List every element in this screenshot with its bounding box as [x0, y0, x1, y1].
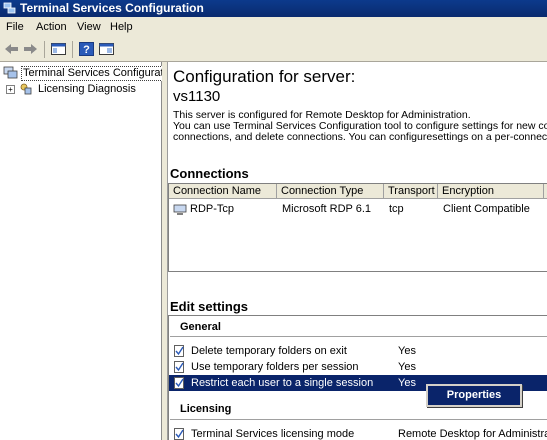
setting-label: Use temporary folders per session — [191, 361, 359, 373]
network-computer-icon — [3, 2, 16, 14]
licensing-icon — [20, 83, 32, 95]
description-line: connections, and delete connections. You… — [173, 131, 547, 143]
toolbar-separator — [44, 41, 45, 58]
setting-value: Yes — [398, 361, 416, 373]
connection-type-cell: Microsoft RDP 6.1 — [282, 203, 372, 215]
menu-view[interactable]: View — [77, 21, 101, 33]
description: This server is configured for Remote Des… — [173, 110, 547, 143]
toolbar: ? — [0, 38, 547, 62]
forward-arrow-icon[interactable] — [22, 41, 39, 57]
setting-icon — [174, 345, 184, 357]
tree-item-label: Licensing Diagnosis — [38, 83, 136, 95]
tree-item-label: Terminal Services Configuration: — [21, 66, 184, 81]
column-header-connection-type[interactable]: Connection Type — [277, 184, 384, 199]
setting-value: Yes — [398, 345, 416, 357]
connections-title: Connections — [170, 166, 249, 181]
show-hide-action-pane-icon[interactable] — [98, 41, 115, 57]
divider — [170, 419, 547, 420]
toolbar-separator — [72, 41, 73, 58]
main-content: Configuration for server: vs1130 This se… — [168, 62, 547, 440]
column-header-connection-name[interactable]: Connection Name — [169, 184, 277, 199]
expand-button[interactable]: + — [6, 85, 15, 94]
connections-table: Connection Name Connection Type Transpor… — [168, 183, 547, 272]
svg-text:?: ? — [83, 44, 90, 56]
server-name: vs1130 — [173, 88, 221, 105]
setting-label: Terminal Services licensing mode — [191, 428, 355, 440]
transport-cell: tcp — [389, 203, 404, 215]
licensing-heading: Licensing — [180, 403, 232, 415]
setting-value: Yes — [398, 377, 416, 389]
column-header-transport[interactable]: Transport — [384, 184, 438, 199]
general-heading: General — [180, 321, 221, 333]
setting-icon — [174, 428, 184, 440]
context-menu-properties[interactable]: Properties — [426, 384, 522, 407]
setting-row-delete-temp-folders[interactable]: Delete temporary folders on exit Yes — [169, 343, 547, 359]
window-title: Terminal Services Configuration — [20, 1, 204, 15]
back-arrow-icon[interactable] — [3, 41, 20, 57]
title-bar: Terminal Services Configuration — [0, 0, 547, 17]
setting-icon — [174, 361, 184, 373]
setting-row-licensing-mode[interactable]: Terminal Services licensing mode Remote … — [169, 426, 547, 440]
menu-action[interactable]: Action — [36, 21, 67, 33]
setting-value: Remote Desktop for Administration — [398, 428, 547, 440]
setting-row-use-temp-folders[interactable]: Use temporary folders per session Yes — [169, 359, 547, 375]
setting-icon — [174, 377, 184, 389]
encryption-cell: Client Compatible — [443, 203, 530, 215]
help-icon[interactable]: ? — [78, 41, 95, 57]
setting-label: Restrict each user to a single session — [191, 377, 374, 389]
connection-name-cell: RDP-Tcp — [190, 203, 235, 215]
show-hide-console-tree-icon[interactable] — [50, 41, 67, 57]
setting-label: Delete temporary folders on exit — [191, 345, 347, 357]
server-computer-icon — [3, 66, 18, 79]
menu-help[interactable]: Help — [110, 21, 133, 33]
edit-settings-panel: General Delete temporary folders on exit… — [168, 315, 547, 440]
menu-file[interactable]: File — [6, 21, 24, 33]
divider — [170, 336, 547, 337]
connection-icon — [173, 204, 187, 215]
page-title: Configuration for server: — [173, 67, 356, 86]
menu-bar: File Action View Help — [0, 17, 547, 39]
column-header-encryption[interactable]: Encryption — [438, 184, 544, 199]
edit-settings-title: Edit settings — [170, 299, 249, 314]
console-tree: Terminal Services Configuration: + Licen… — [0, 62, 184, 440]
